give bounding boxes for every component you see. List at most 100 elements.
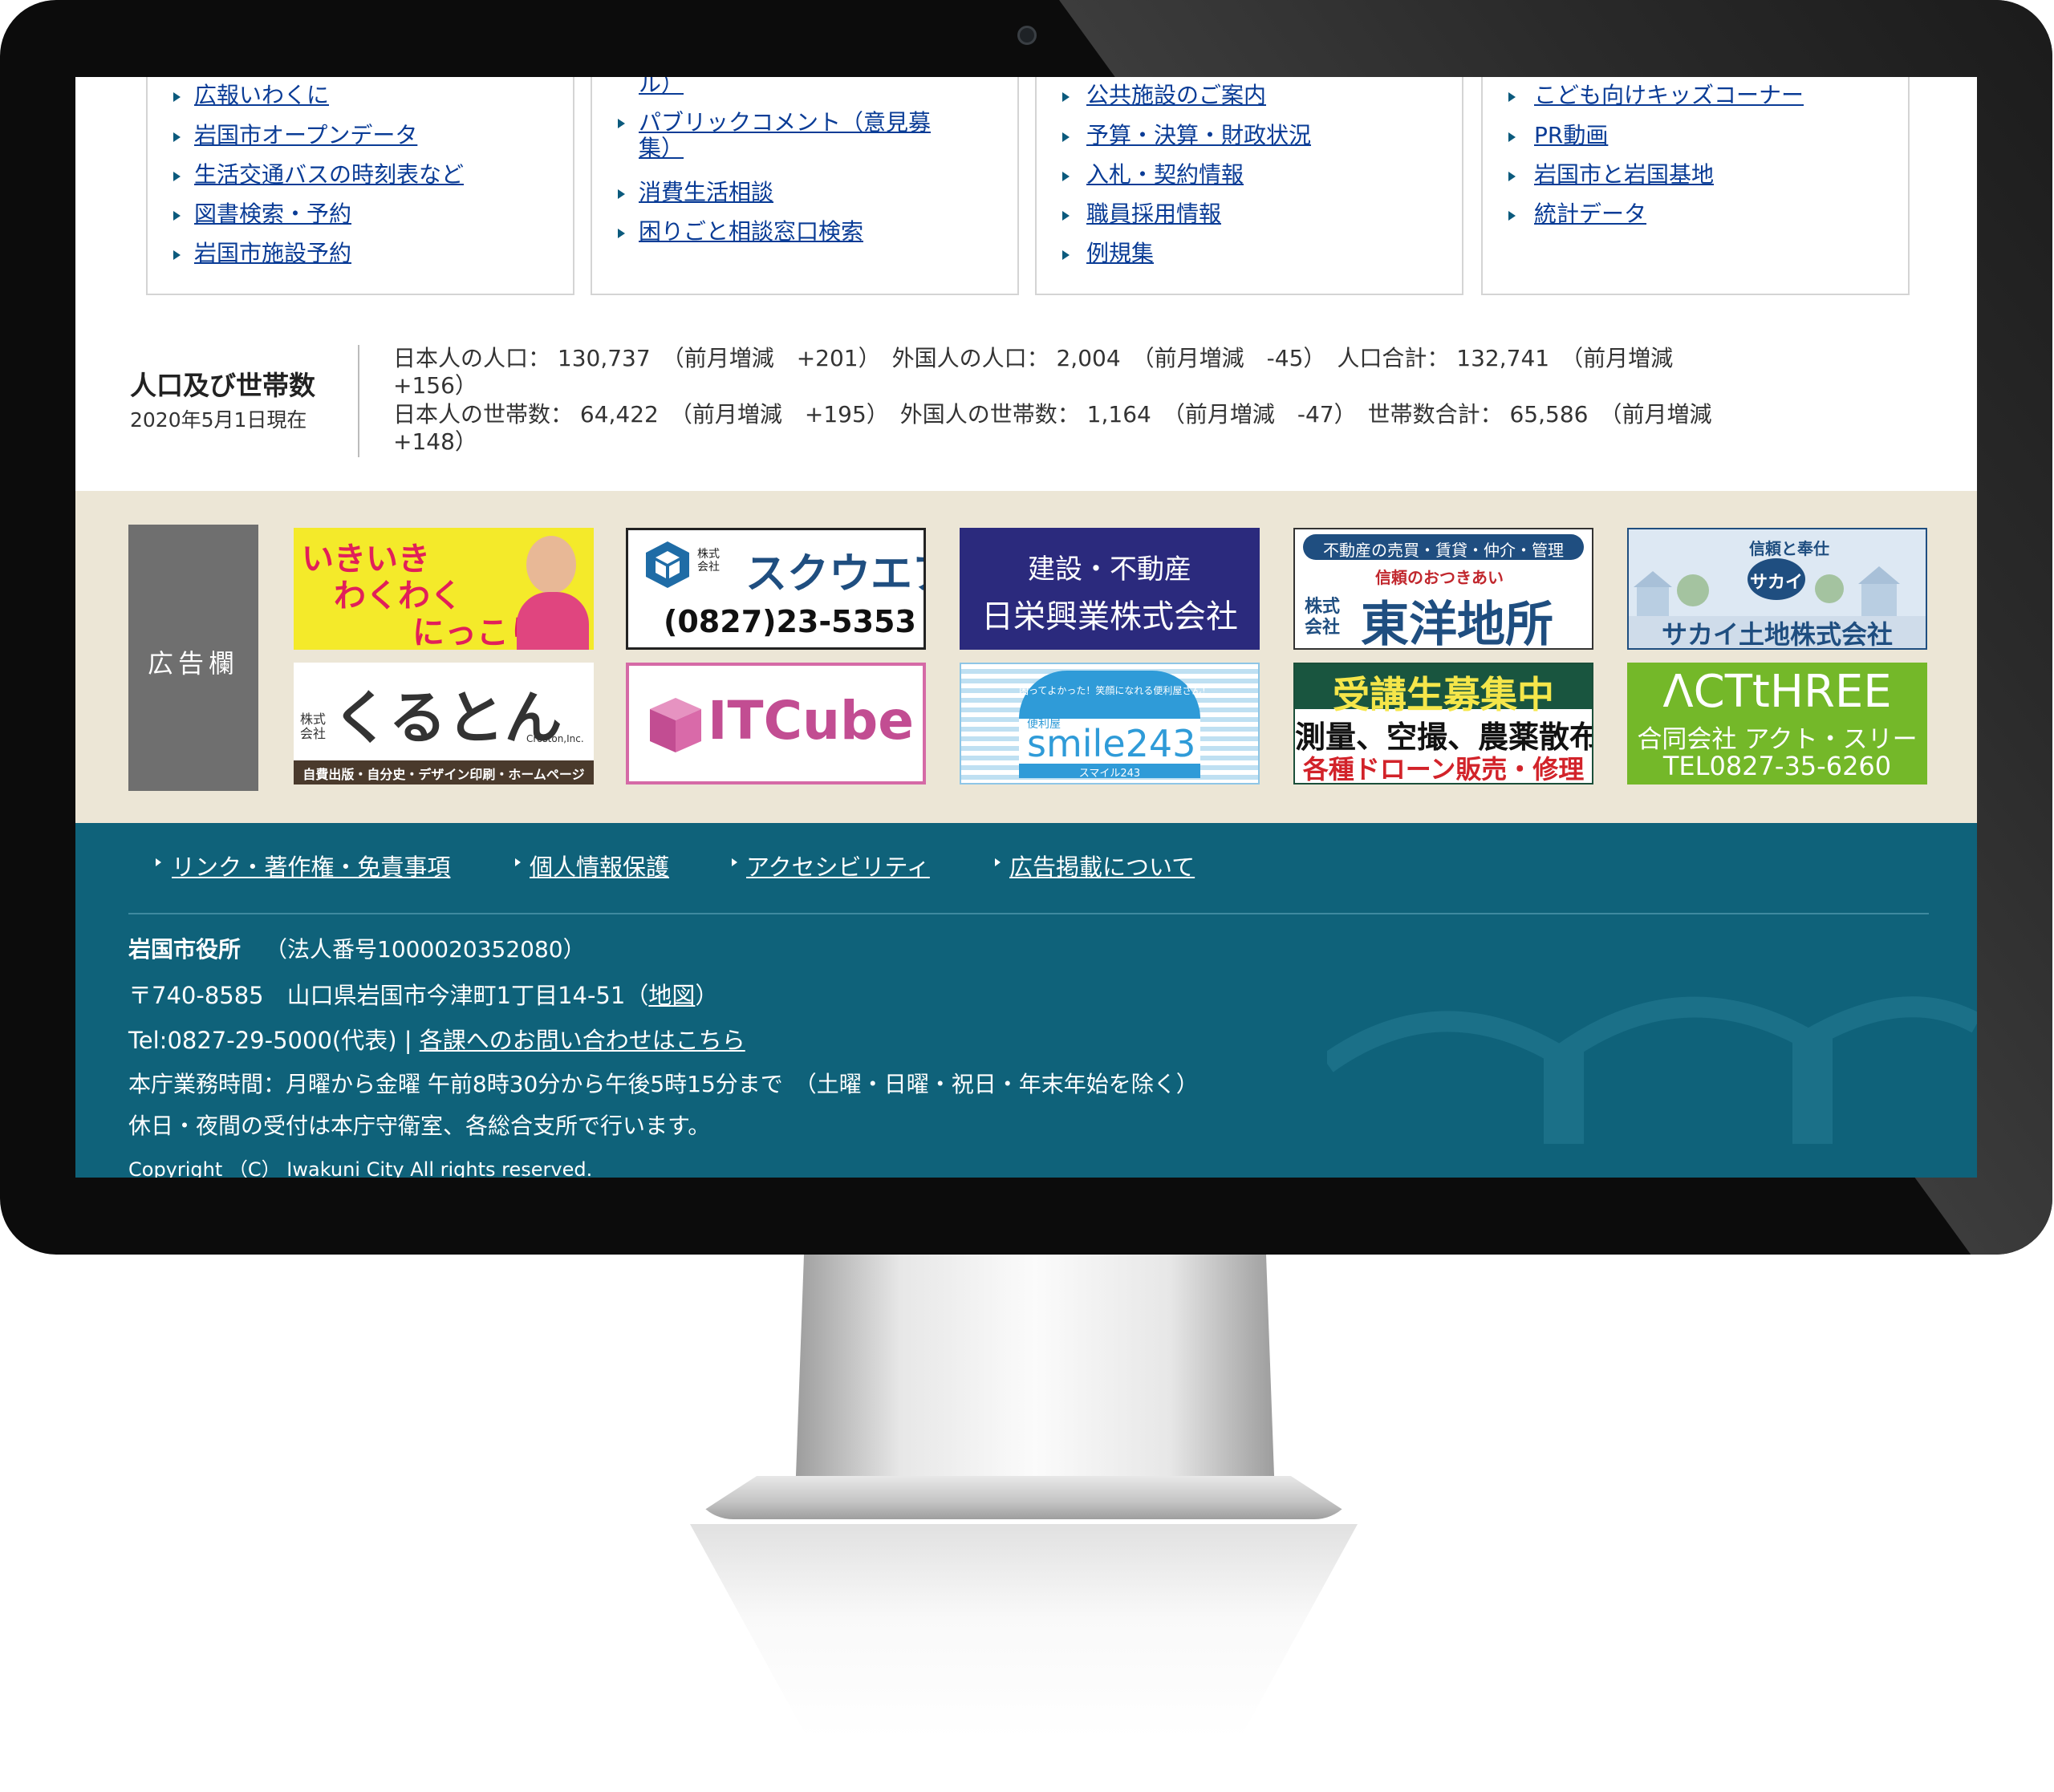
bullet-icon	[1062, 92, 1070, 102]
ad10-text-1: ΛCTtHREE	[1662, 666, 1892, 718]
screen: 広報いわくに 岩国市オープンデータ 生活交通バスの時刻表など 図書検索・予約 岩…	[75, 77, 1977, 1178]
bridge-silhouette-icon	[1327, 996, 1977, 1144]
link-regulations[interactable]: 例規集	[1086, 240, 1154, 267]
link-consultation-search[interactable]: 困りごと相談窓口検索	[639, 218, 863, 245]
bullet-icon	[618, 119, 625, 128]
ad-banner-actthree[interactable]: ΛCTtHREE 合同会社 アクト・スリー TEL0827-35-6260	[1627, 663, 1927, 785]
ad-banner-nichiei[interactable]: 建設・不動産 日栄興業株式会社	[960, 528, 1260, 650]
link-public-facilities[interactable]: 公共施設のご案内	[1086, 82, 1266, 109]
link-facility-reservation[interactable]: 岩国市施設予約	[194, 240, 351, 267]
ad3-text-2: 日栄興業株式会社	[981, 598, 1238, 635]
bullet-icon	[1062, 250, 1070, 260]
link-pr-video[interactable]: PR動画	[1534, 122, 1608, 149]
footer-bullet-icon	[732, 858, 737, 866]
bullet-icon	[618, 229, 625, 238]
bullet-icon	[1062, 211, 1070, 221]
footer-address-line: 〒740-8585 山口県岩国市今津町1丁目14-51（地図）	[128, 977, 718, 1011]
link-budget[interactable]: 予算・決算・財政状況	[1086, 122, 1311, 149]
footer-map-link[interactable]: 地図	[648, 982, 695, 1009]
ad8-tag: 困ってよかった！笑顔になれる便利屋さん！	[1019, 685, 1212, 696]
footer-link-copyright[interactable]: リンク・著作権・免責事項	[172, 849, 450, 882]
divider	[358, 345, 359, 457]
footer-hours: 本庁業務時間：月曜から金曜 午前8時30分から午後5時15分まで （土曜・日曜・…	[128, 1071, 1199, 1097]
footer-tel: Tel:0827-29-5000(代表) |	[128, 1027, 420, 1054]
person-photo-icon	[517, 536, 589, 650]
footer-link-accessibility[interactable]: アクセシビリティ	[746, 849, 930, 882]
population-line-2: 日本人の世帯数： 64,422 （前月増減 +195） 外国人の世帯数： 1,1…	[393, 401, 1712, 428]
ad8-kana: スマイル243	[1078, 768, 1141, 780]
ad-section: 広告欄 いきいき わくわく にっこり 株式会社 スクウエア (0827)23-	[75, 491, 1977, 823]
footer-org-line: 岩国市役所 （法人番号1000020352080）	[128, 932, 586, 964]
link-public-comment-2[interactable]: 集）	[639, 135, 684, 162]
footer-divider	[128, 913, 1929, 914]
bullet-icon	[618, 189, 625, 199]
link-recruitment[interactable]: 職員採用情報	[1086, 201, 1221, 228]
ad-banner-ikiiki[interactable]: いきいき わくわく にっこり	[294, 528, 594, 650]
link-panel-3: 公共施設のご案内 予算・決算・財政状況 入札・契約情報 職員採用情報 例規集	[1035, 77, 1463, 295]
footer-contact-link[interactable]: 各課へのお問い合わせはこちら	[420, 1027, 745, 1054]
population-date: 2020年5月1日現在	[130, 408, 307, 432]
population-line-1: 日本人の人口： 130,737 （前月増減 +201） 外国人の人口： 2,00…	[393, 345, 1674, 371]
ad5-name: サカイ土地株式会社	[1661, 619, 1893, 650]
footer-corp-no: （法人番号1000020352080）	[265, 936, 586, 963]
footer-night: 休日・夜間の受付は本庁守衛室、各総合支所で行います。	[128, 1113, 711, 1139]
monitor-stand-base	[690, 1476, 1358, 1519]
link-panel-4: こども向けキッズコーナー PR動画 岩国市と岩国基地 統計データ	[1481, 77, 1910, 295]
bullet-icon	[173, 132, 181, 142]
link-bus-timetable[interactable]: 生活交通バスの時刻表など	[194, 161, 464, 189]
ad-label-box: 広告欄	[128, 525, 258, 791]
footer-address: 〒740-8585 山口県岩国市今津町1丁目14-51（	[128, 982, 649, 1009]
ad-banner-smile243[interactable]: 困ってよかった！笑顔になれる便利屋さん！ 便利屋 smile243 スマイル24…	[960, 663, 1260, 785]
ad5-tag: 信頼と奉仕	[1749, 539, 1829, 558]
ad-banner-drone[interactable]: 受講生募集中 測量、空撮、農薬散布 各種ドローン販売・修理	[1293, 663, 1593, 785]
ad-banner-kuruton[interactable]: 株式会社 くるとん Croston,Inc. 自費出版・自分史・デザイン印刷・ホ…	[294, 663, 594, 785]
ad4-top: 不動産の売買・賃貸・仲介・管理	[1323, 541, 1564, 560]
ad2-kabu: 株式会社	[697, 548, 720, 574]
ad4-name: 東洋地所	[1361, 597, 1553, 650]
footer-copyright: Copyright （C） Iwakuni City All rights re…	[128, 1158, 593, 1178]
bullet-icon	[173, 211, 181, 221]
population-line-1b: +156）	[393, 372, 477, 399]
footer: リンク・著作権・免責事項 個人情報保護 アクセシビリティ 広告掲載について 岩国…	[75, 823, 1977, 1178]
bullet-icon	[173, 250, 181, 260]
ad-banner-square[interactable]: 株式会社 スクウエア (0827)23-5353	[626, 528, 926, 650]
ad2-name: スクウエア	[745, 550, 923, 598]
ad2-phone: (0827)23-5353	[664, 604, 916, 639]
link-bidding[interactable]: 入札・契約情報	[1086, 161, 1244, 189]
ad-banner-toyo[interactable]: 不動産の売買・賃貸・仲介・管理 信頼のおつきあい 株式会社 東洋地所	[1293, 528, 1593, 650]
ad5-mark: サカイ	[1749, 573, 1803, 593]
cube-logo-icon	[641, 538, 694, 591]
ad4-tag: 信頼のおつきあい	[1375, 568, 1504, 587]
bullet-icon	[1508, 132, 1516, 142]
population-line-2b: +148）	[393, 428, 477, 455]
ad9-text-1: 受講生募集中	[1333, 673, 1554, 716]
link-statistics[interactable]: 統計データ	[1534, 201, 1646, 228]
ad-banner-sakai[interactable]: 信頼と奉仕 サカイ サカイ土地株式会社	[1627, 528, 1927, 650]
link-kids-corner[interactable]: こども向けキッズコーナー	[1534, 82, 1804, 109]
footer-link-advertising[interactable]: 広告掲載について	[1009, 849, 1195, 882]
footer-link-privacy[interactable]: 個人情報保護	[530, 849, 669, 882]
ad4-kabu: 株式会社	[1305, 597, 1341, 638]
link-consumer[interactable]: 消費生活相談	[639, 179, 773, 206]
ad10-text-2: 合同会社 アクト・スリー	[1637, 725, 1918, 754]
bullet-icon	[173, 172, 181, 181]
footer-bullet-icon	[515, 858, 521, 866]
stand-reflection	[690, 1524, 1358, 1792]
ad6-bottom: 自費出版・自分史・デザイン印刷・ホームページ	[302, 767, 585, 782]
ad6-roman: Croston,Inc.	[526, 733, 584, 744]
link-opendata[interactable]: 岩国市オープンデータ	[194, 122, 417, 149]
link-base[interactable]: 岩国市と岩国基地	[1534, 161, 1714, 189]
link-partial[interactable]: ル）	[639, 77, 684, 98]
population-title: 人口及び世帯数	[130, 370, 315, 401]
bullet-icon	[173, 92, 181, 102]
ad-banner-itcube[interactable]: ITCube	[626, 663, 926, 785]
ad9-text-3: 各種ドローン販売・修理	[1302, 754, 1585, 785]
link-kouhou[interactable]: 広報いわくに	[194, 82, 329, 109]
ad3-text-1: 建設・不動産	[1028, 553, 1191, 586]
ad-label: 広告欄	[147, 648, 239, 679]
link-public-comment[interactable]: パブリックコメント（意見募	[639, 109, 931, 136]
ad6-kabu: 株式会社	[300, 712, 327, 741]
footer-org: 岩国市役所	[128, 936, 242, 963]
footer-address-end: ）	[695, 982, 719, 1009]
link-library[interactable]: 図書検索・予約	[194, 201, 351, 228]
